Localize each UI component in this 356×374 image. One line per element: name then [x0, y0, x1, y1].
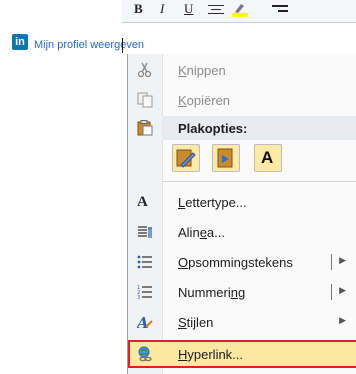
submenu-arrow-icon[interactable]: ▶	[339, 255, 346, 266]
italic-button[interactable]: I	[160, 2, 164, 16]
paste-options-header: Plakopties:	[162, 116, 356, 140]
linkedin-icon[interactable]: in	[12, 34, 28, 50]
menu-item-label: Lettertype...	[178, 195, 247, 210]
svg-text:A: A	[137, 314, 149, 330]
menu-item-label: Hyperlink...	[178, 347, 244, 362]
styles-icon: A	[135, 314, 153, 332]
menu-separator	[162, 181, 356, 182]
clipboard-icon	[137, 120, 153, 136]
menu-item-label: Nummering	[178, 285, 246, 300]
scissors-icon	[137, 62, 153, 78]
menu-item-bullets[interactable]: Opsommingstekens ▶	[128, 248, 356, 276]
paste-merge-formatting-icon[interactable]	[212, 144, 240, 172]
font-icon: A	[137, 194, 148, 210]
menu-item-cut[interactable]: Knippen	[128, 56, 356, 84]
hyperlink-icon	[137, 346, 153, 362]
copy-icon	[137, 92, 153, 108]
text-caret	[122, 38, 123, 53]
menu-item-copy[interactable]: Kopiëren	[128, 86, 356, 114]
submenu-arrow-icon[interactable]: ▶	[339, 315, 346, 326]
mini-formatting-toolbar: B I U	[122, 0, 356, 23]
menu-item-label: Stijlen	[178, 315, 214, 330]
menu-item-numbering[interactable]: 1 2 3 Nummering ▶	[128, 278, 356, 306]
menu-item-label: Alinea...	[178, 225, 225, 240]
bold-button[interactable]: B	[134, 2, 143, 16]
paste-text-only-icon[interactable]: A	[254, 144, 282, 172]
submenu-arrow-icon[interactable]: ▶	[339, 285, 346, 296]
menu-item-label: Knippen	[178, 63, 226, 78]
menu-item-label: Kopiëren	[178, 93, 231, 108]
highlight-color-icon[interactable]	[232, 2, 248, 17]
submenu-split-divider	[331, 254, 332, 270]
menu-item-hyperlink[interactable]: Hyperlink...	[128, 340, 356, 368]
menu-item-label: Opsommingstekens	[178, 255, 293, 270]
underline-button[interactable]: U	[184, 2, 193, 16]
bullets-icon	[137, 254, 153, 270]
center-align-icon[interactable]	[208, 2, 224, 16]
profile-link[interactable]: Mijn profiel weergeven	[34, 39, 144, 51]
paste-options-label: Plakopties:	[178, 121, 248, 136]
indent-icon[interactable]	[272, 2, 288, 16]
paste-keep-formatting-icon[interactable]	[172, 144, 200, 172]
submenu-split-divider	[331, 284, 332, 300]
menu-item-styles[interactable]: A Stijlen ▶	[128, 308, 356, 336]
svg-text:3: 3	[137, 295, 140, 300]
numbering-icon: 1 2 3	[137, 284, 153, 301]
menu-item-font[interactable]: A Lettertype...	[128, 188, 356, 216]
context-menu: Knippen Kopiëren Plakopties: A A Lettert…	[127, 54, 356, 374]
paragraph-icon	[137, 224, 153, 240]
menu-item-paragraph[interactable]: Alinea...	[128, 218, 356, 246]
